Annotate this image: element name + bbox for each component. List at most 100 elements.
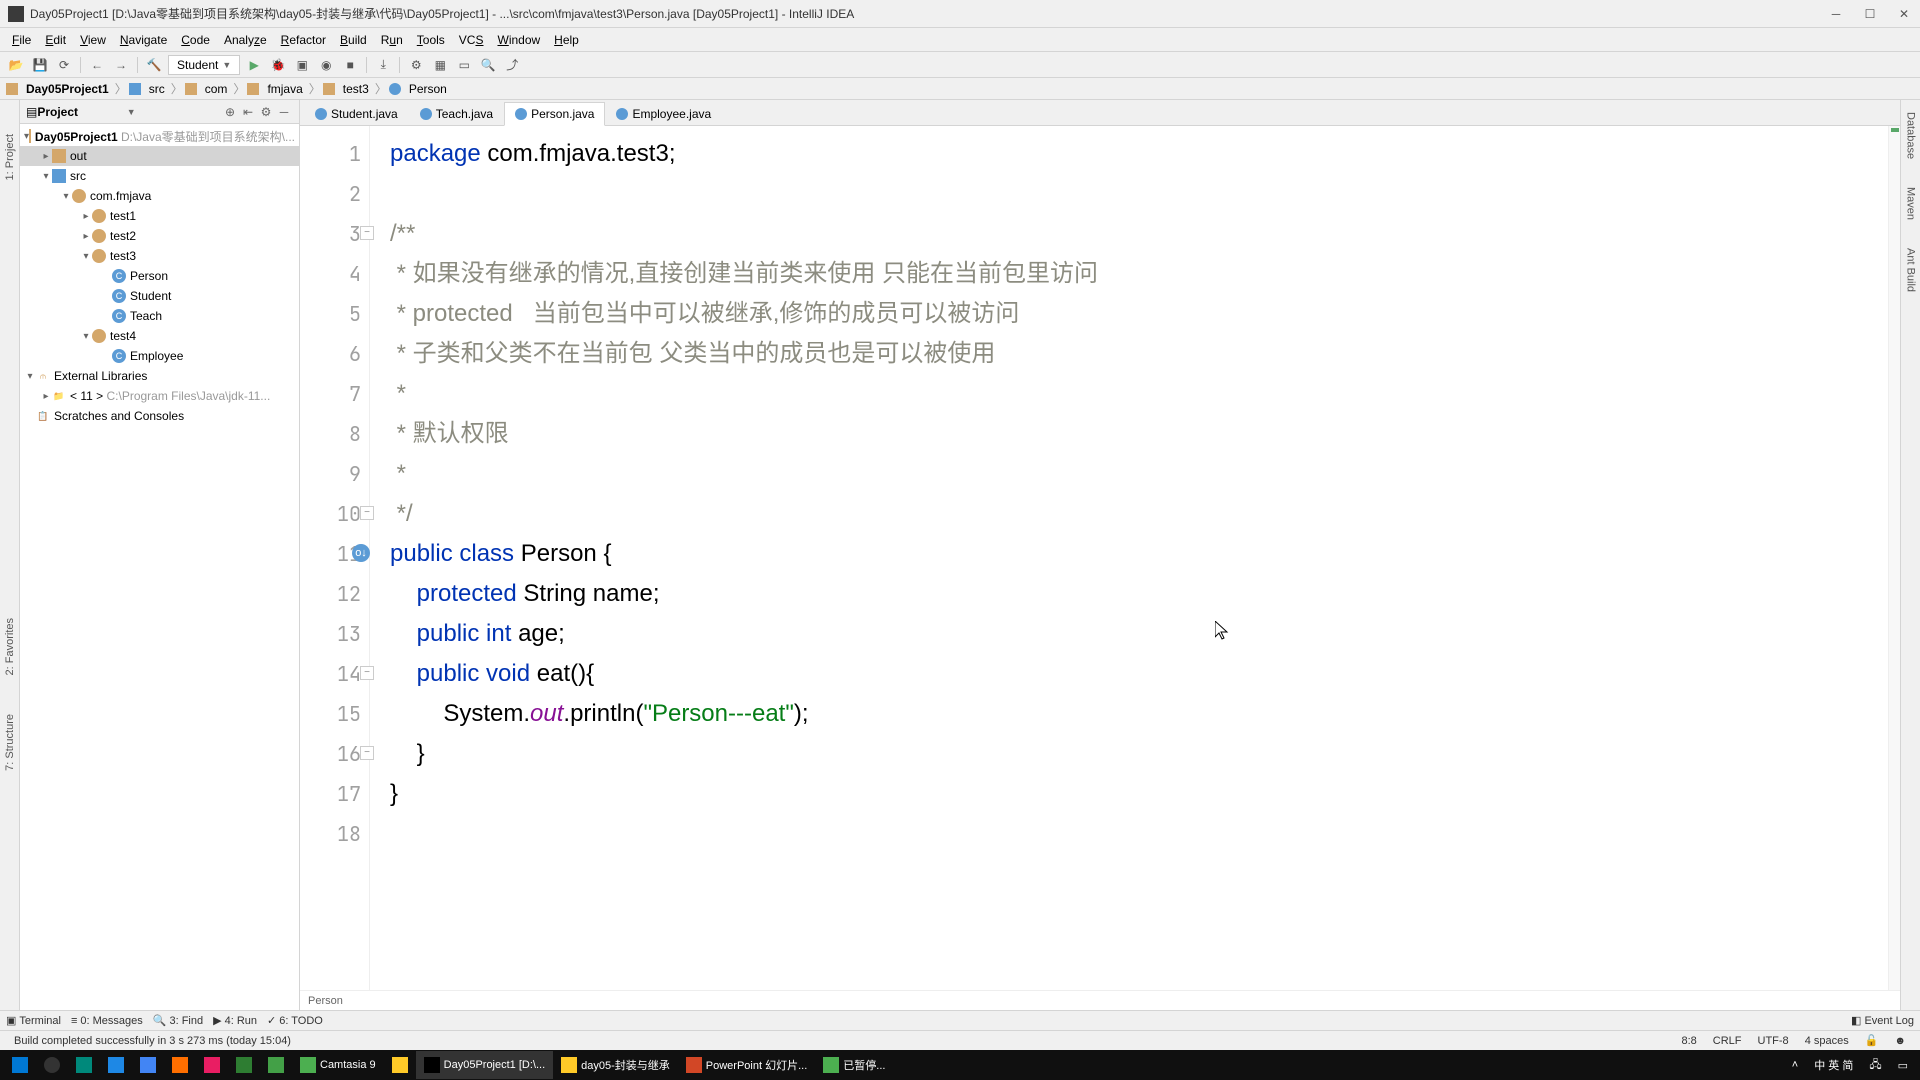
menu-vcs[interactable]: VCS (453, 31, 490, 49)
menu-analyze[interactable]: Analyze (218, 31, 273, 49)
tree-student[interactable]: C Student (20, 286, 299, 306)
taskbar-app[interactable] (132, 1051, 164, 1079)
tool-find[interactable]: 🔍 3: Find (153, 1014, 203, 1027)
fold-icon[interactable]: − (360, 666, 374, 680)
gear-icon[interactable]: ⚙ (257, 103, 275, 121)
run-config-dropdown[interactable]: Student ▼ (168, 55, 240, 75)
taskbar-app[interactable] (100, 1051, 132, 1079)
taskbar-paused[interactable]: 已暂停... (815, 1051, 893, 1079)
tab-employee[interactable]: Employee.java (605, 101, 722, 125)
tree-scratches[interactable]: 📋 Scratches and Consoles (20, 406, 299, 426)
fold-icon[interactable]: − (360, 506, 374, 520)
taskbar-app[interactable] (164, 1051, 196, 1079)
tool-terminal[interactable]: ▣ Terminal (6, 1014, 61, 1027)
taskbar-idea[interactable]: Day05Project1 [D:\... (416, 1051, 554, 1079)
tool-eventlog[interactable]: ◧ Event Log (1851, 1014, 1914, 1027)
menu-edit[interactable]: Edit (39, 31, 72, 49)
tray-up-icon[interactable]: ˄ (1784, 1051, 1806, 1079)
target-icon[interactable]: ⊕ (221, 103, 239, 121)
status-enc[interactable]: UTF-8 (1750, 1035, 1797, 1047)
cortana-button[interactable] (36, 1051, 68, 1079)
taskbar-app[interactable] (196, 1051, 228, 1079)
menu-help[interactable]: Help (548, 31, 585, 49)
tree-out[interactable]: ▸ out (20, 146, 299, 166)
minimize-button[interactable]: ─ (1828, 6, 1844, 22)
tool4-icon[interactable]: ⤴ (502, 55, 522, 75)
tab-ant[interactable]: Ant Build (1905, 244, 1917, 296)
start-button[interactable] (4, 1051, 36, 1079)
tab-person[interactable]: Person.java (504, 102, 605, 126)
fold-icon[interactable]: − (360, 746, 374, 760)
tab-maven[interactable]: Maven (1905, 183, 1917, 224)
tree-test4[interactable]: ▾ test4 (20, 326, 299, 346)
taskbar-app[interactable] (260, 1051, 292, 1079)
menu-navigate[interactable]: Navigate (114, 31, 173, 49)
hide-icon[interactable]: ─ (275, 103, 293, 121)
editor-body[interactable]: 12 3− 456789 10− 11o↓ 1213 14− 15 16− 17… (300, 126, 1900, 990)
save-icon[interactable]: 💾 (30, 55, 50, 75)
tree-employee[interactable]: C Employee (20, 346, 299, 366)
breadcrumb-item[interactable]: Day05Project1 (22, 82, 113, 96)
tree-test1[interactable]: ▸ test1 (20, 206, 299, 226)
back-icon[interactable]: ← (87, 55, 107, 75)
tool1-icon[interactable]: ⚙ (406, 55, 426, 75)
close-button[interactable]: ✕ (1896, 6, 1912, 22)
breadcrumb-item[interactable]: src (145, 82, 169, 96)
tree-teach[interactable]: C Teach (20, 306, 299, 326)
menu-view[interactable]: View (74, 31, 112, 49)
tray-notifications-icon[interactable]: ▭ (1890, 1051, 1916, 1079)
menu-tools[interactable]: Tools (411, 31, 451, 49)
menu-refactor[interactable]: Refactor (275, 31, 332, 49)
menu-build[interactable]: Build (334, 31, 373, 49)
tree-external[interactable]: ▾⫙ External Libraries (20, 366, 299, 386)
chevron-down-icon[interactable]: ▼ (127, 107, 136, 117)
tool3-icon[interactable]: ▭ (454, 55, 474, 75)
tab-favorites[interactable]: 2: Favorites (4, 614, 16, 679)
code-content[interactable]: package com.fmjava.test3; /** * 如果没有继承的情… (370, 126, 1888, 990)
tree-jdk[interactable]: ▸📁 < 11 > C:\Program Files\Java\jdk-11..… (20, 386, 299, 406)
breadcrumb-item[interactable]: com (201, 82, 232, 96)
tray-network-icon[interactable]: 🖧 (1861, 1051, 1889, 1079)
tab-database[interactable]: Database (1905, 108, 1917, 163)
tool2-icon[interactable]: ▦ (430, 55, 450, 75)
tray-ime[interactable]: 中 英 简 (1806, 1051, 1861, 1079)
tree-test3[interactable]: ▾ test3 (20, 246, 299, 266)
breadcrumb-item[interactable]: fmjava (263, 82, 306, 96)
tree-root[interactable]: ▾ Day05Project1 D:\Java零基础到项目系统架构\... (20, 126, 299, 146)
error-stripe[interactable] (1888, 126, 1900, 990)
tool-run[interactable]: ▶ 4: Run (213, 1014, 257, 1027)
debug-icon[interactable]: 🐞 (268, 55, 288, 75)
coverage-icon[interactable]: ▣ (292, 55, 312, 75)
tab-teach[interactable]: Teach.java (409, 101, 504, 125)
tree-person[interactable]: C Person (20, 266, 299, 286)
status-sep[interactable]: CRLF (1705, 1035, 1750, 1047)
fold-icon[interactable]: − (360, 226, 374, 240)
status-indent[interactable]: 4 spaces (1797, 1035, 1857, 1047)
override-icon[interactable]: o↓ (352, 544, 370, 562)
status-pos[interactable]: 8:8 (1673, 1035, 1704, 1047)
status-lock[interactable]: 🔓 (1857, 1034, 1887, 1047)
taskbar-explorer[interactable]: day05-封装与继承 (553, 1051, 678, 1079)
tree-test2[interactable]: ▸ test2 (20, 226, 299, 246)
menu-file[interactable]: File (6, 31, 37, 49)
refresh-icon[interactable]: ⟳ (54, 55, 74, 75)
breadcrumb-item[interactable]: Person (405, 82, 451, 96)
taskbar-app[interactable] (384, 1051, 416, 1079)
search-icon[interactable]: 🔍 (478, 55, 498, 75)
taskbar-camtasia[interactable]: Camtasia 9 (292, 1051, 384, 1079)
tab-project[interactable]: 1: Project (4, 130, 16, 184)
collapse-icon[interactable]: ⇤ (239, 103, 257, 121)
menu-code[interactable]: Code (175, 31, 216, 49)
run-button[interactable]: ▶ (244, 55, 264, 75)
maximize-button[interactable]: ☐ (1862, 6, 1878, 22)
tab-structure[interactable]: 7: Structure (4, 710, 16, 775)
menu-run[interactable]: Run (375, 31, 409, 49)
stop-icon[interactable]: ■ (340, 55, 360, 75)
taskbar-ppt[interactable]: PowerPoint 幻灯片... (678, 1051, 815, 1079)
tool-todo[interactable]: ✓ 6: TODO (267, 1014, 323, 1027)
forward-icon[interactable]: → (111, 55, 131, 75)
open-icon[interactable]: 📂 (6, 55, 26, 75)
editor-breadcrumb[interactable]: Person (300, 990, 1900, 1010)
status-hector[interactable]: ☻ (1886, 1035, 1914, 1047)
breadcrumb-item[interactable]: test3 (339, 82, 373, 96)
